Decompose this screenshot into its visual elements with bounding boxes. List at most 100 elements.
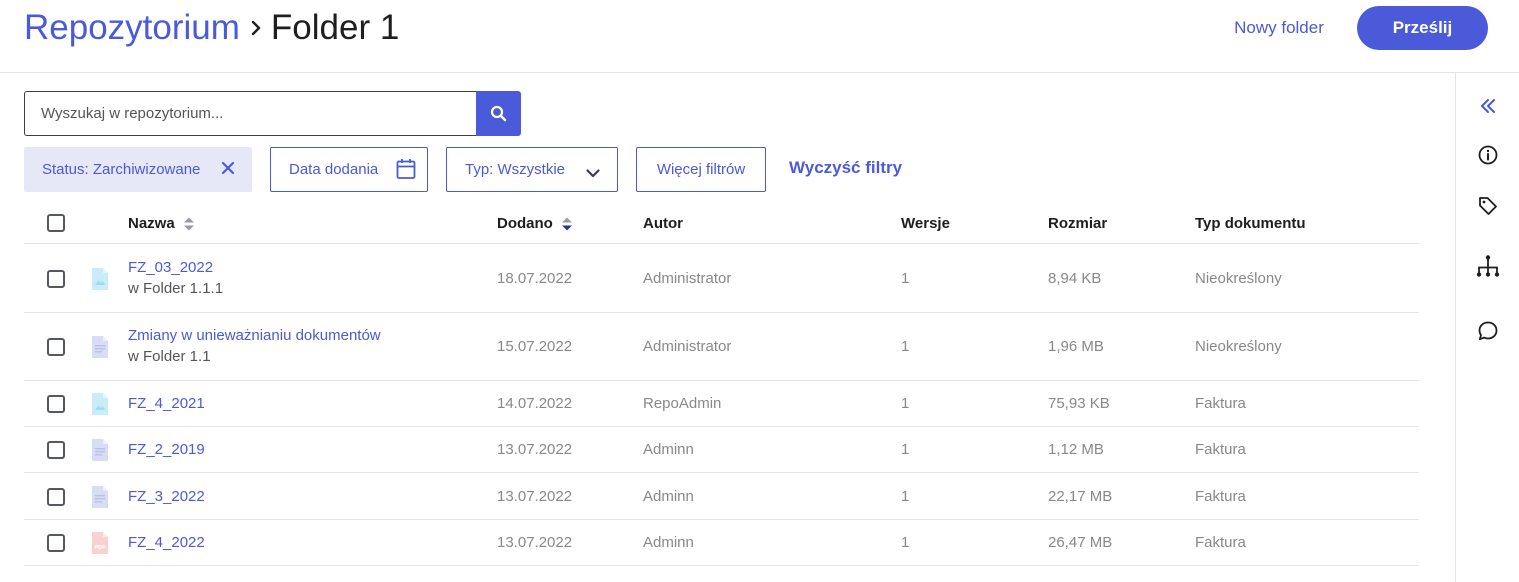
doc-type-cell: Nieokreślony (1195, 269, 1282, 287)
hierarchy-icon[interactable] (1456, 251, 1519, 281)
doc-type-cell: Faktura (1195, 395, 1246, 412)
sort-icon (183, 216, 195, 232)
author-cell: Administrator (643, 338, 732, 355)
doc-type-cell: Faktura (1195, 487, 1246, 505)
table-header: Nazwa Dodano Autor Wersje Rozmiar Typ do… (24, 203, 1419, 244)
versions-cell: 1 (901, 395, 910, 412)
document-file-icon (92, 336, 108, 358)
chevron-down-icon (586, 165, 600, 182)
breadcrumb-root-link[interactable]: Repozytorium (24, 8, 240, 48)
versions-cell: 1 (901, 534, 910, 551)
sort-descending-icon (561, 216, 573, 232)
file-name-cell: FZ_4_2021 (128, 395, 205, 412)
size-cell: 22,17 MB (1048, 487, 1113, 505)
file-location: w Folder 1.1.1 (128, 279, 224, 297)
author-cell: Adminn (643, 487, 694, 505)
type-filter-label: Typ: Wszystkie (465, 161, 566, 178)
column-header-name[interactable]: Nazwa (128, 215, 195, 232)
row-checkbox[interactable] (47, 395, 65, 413)
breadcrumb: Repozytorium Folder 1 (24, 8, 399, 48)
size-cell: 26,47 MB (1048, 534, 1113, 551)
new-folder-button[interactable]: Nowy folder (1218, 10, 1340, 46)
page-header: Repozytorium Folder 1 Nowy folder Prześl… (0, 0, 1519, 73)
column-added-label: Dodano (497, 215, 553, 232)
size-cell: 1,96 MB (1048, 338, 1104, 355)
date-added-cell: 13.07.2022 (497, 534, 573, 551)
file-name-link[interactable]: FZ_2_2019 (128, 441, 205, 458)
file-name-cell: FZ_2_2019 (128, 441, 205, 458)
clear-filters-link[interactable]: Wyczyść filtry (789, 158, 902, 178)
type-filter-select[interactable]: Typ: Wszystkie (446, 147, 618, 192)
file-name-link[interactable]: Zmiany w unieważnianiu dokumentów (128, 327, 381, 344)
right-sidebar (1455, 73, 1519, 582)
status-filter-chip: Status: Zarchiwizowane (24, 147, 252, 192)
more-filters-button[interactable]: Więcej filtrów (636, 147, 766, 192)
comment-icon[interactable] (1456, 316, 1519, 346)
row-checkbox[interactable] (47, 534, 65, 552)
file-name-cell: Zmiany w unieważnianiu dokumentów w Folde… (128, 327, 381, 365)
doc-type-cell: Faktura (1195, 534, 1246, 551)
date-added-filter[interactable]: Data dodania (270, 147, 428, 192)
column-header-added[interactable]: Dodano (497, 215, 573, 232)
row-checkbox[interactable] (47, 441, 65, 459)
row-checkbox[interactable] (47, 269, 65, 288)
column-header-doc-type: Typ dokumentu (1195, 215, 1306, 232)
size-cell: 1,12 MB (1048, 441, 1104, 458)
search-input[interactable] (24, 91, 477, 136)
collapse-icon[interactable] (1456, 91, 1519, 121)
search-button[interactable] (476, 91, 521, 136)
date-added-label: Data dodania (289, 161, 379, 178)
file-name-link[interactable]: FZ_3_2022 (128, 488, 205, 505)
table-row[interactable]: FZ_3_2022 13.07.2022 Adminn 1 22,17 MB Faktur… (24, 473, 1419, 520)
svg-text:PDF: PDF (95, 545, 107, 551)
image-file-icon (92, 393, 108, 415)
row-checkbox[interactable] (47, 338, 65, 356)
page-title: Folder 1 (270, 8, 400, 47)
author-cell: RepoAdmin (643, 395, 722, 412)
file-name-link[interactable]: FZ_4_2021 (128, 395, 205, 412)
size-cell: 75,93 KB (1048, 395, 1110, 412)
column-header-size: Rozmiar (1048, 215, 1108, 232)
column-header-versions: Wersje (901, 215, 950, 232)
versions-cell: 1 (901, 441, 910, 458)
document-file-icon (92, 485, 108, 508)
date-added-cell: 15.07.2022 (497, 338, 573, 355)
doc-type-cell: Faktura (1195, 441, 1246, 458)
upload-button[interactable]: Prześlij (1357, 6, 1488, 50)
date-added-cell: 13.07.2022 (497, 441, 573, 458)
table-row[interactable]: PDF FZ_4_2022 13.07.2022 Adminn 1 26,47 MB Fak… (24, 520, 1419, 566)
table-row[interactable]: FZ_03_2022 w Folder 1.1.1 18.07.2022 Admini… (24, 244, 1419, 313)
table-row[interactable]: FZ_2_2019 13.07.2022 Adminn 1 1,12 MB Faktura (24, 427, 1419, 473)
file-location: w Folder 1.1 (128, 348, 211, 365)
document-file-icon (92, 439, 108, 461)
author-cell: Adminn (643, 441, 694, 458)
file-name-cell: FZ_4_2022 (128, 534, 205, 551)
date-added-cell: 14.07.2022 (497, 395, 573, 412)
row-checkbox[interactable] (47, 487, 65, 506)
info-icon[interactable] (1456, 140, 1519, 170)
status-filter-label: Status: Zarchiwizowane (42, 161, 201, 178)
column-name-label: Nazwa (128, 215, 175, 232)
search-bar (24, 91, 521, 136)
chevron-right-icon (250, 19, 262, 37)
author-cell: Administrator (643, 269, 732, 287)
close-icon[interactable] (221, 161, 235, 179)
table-row[interactable]: FZ_4_2021 14.07.2022 RepoAdmin 1 75,93 KB Fak… (24, 381, 1419, 427)
versions-cell: 1 (901, 487, 910, 505)
select-all-checkbox[interactable] (47, 214, 65, 232)
pdf-file-icon: PDF (92, 532, 108, 554)
search-icon (490, 105, 507, 122)
calendar-icon (396, 158, 416, 184)
column-header-author: Autor (643, 215, 683, 232)
tag-icon[interactable] (1456, 191, 1519, 221)
file-name-link[interactable]: FZ_4_2022 (128, 534, 205, 551)
file-name-cell: FZ_03_2022w Folder 1.1.1 (128, 259, 223, 297)
size-cell: 8,94 KB (1048, 269, 1102, 287)
author-cell: Adminn (643, 534, 694, 551)
date-added-cell: 13.07.2022 (497, 487, 573, 505)
versions-cell: 1 (901, 269, 910, 287)
image-file-icon (92, 267, 108, 290)
table-row[interactable]: Zmiany w unieważnianiu dokumentów w Folde… (24, 313, 1419, 381)
versions-cell: 1 (901, 338, 910, 355)
file-name-link[interactable]: FZ_03_2022 (128, 259, 223, 276)
